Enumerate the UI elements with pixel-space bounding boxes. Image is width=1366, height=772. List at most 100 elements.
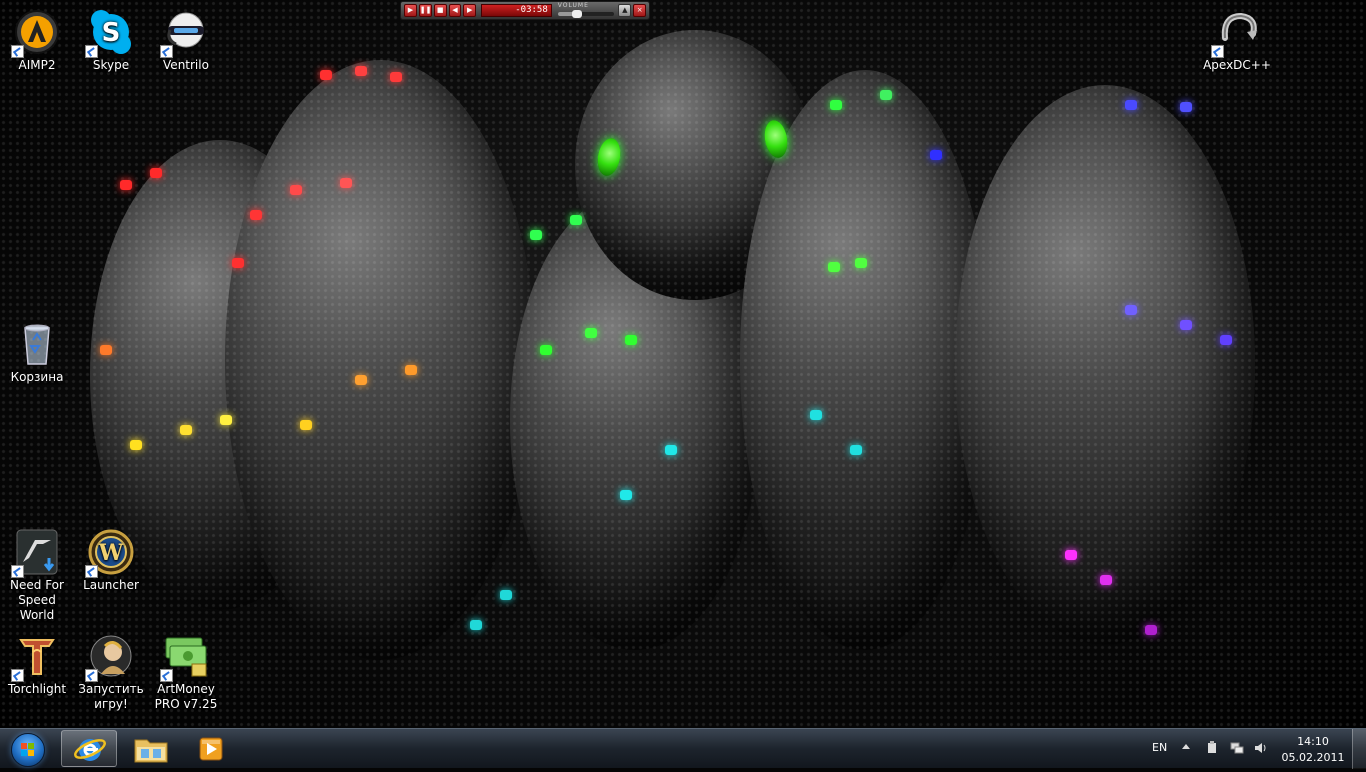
scale-texture xyxy=(0,0,1366,728)
desktop-icon-ventrilo[interactable]: Ventrilo xyxy=(149,8,223,73)
snake-spot xyxy=(585,328,597,338)
taskbar-internet-explorer[interactable] xyxy=(61,730,117,767)
desktop-icon-skype[interactable]: S Skype xyxy=(74,8,148,73)
snake-spot xyxy=(855,258,867,268)
snake-spot xyxy=(830,100,842,110)
language-indicator[interactable]: EN xyxy=(1152,741,1167,754)
snake-spot xyxy=(1180,320,1192,330)
windows-logo-icon xyxy=(21,743,35,757)
shortcut-arrow-icon xyxy=(11,669,24,682)
start-button[interactable] xyxy=(4,730,50,768)
snake-spot xyxy=(180,425,192,435)
snake-spot xyxy=(1125,305,1137,315)
snake-spot xyxy=(570,215,582,225)
prev-icon[interactable]: ◀ xyxy=(448,4,462,17)
snake-spot xyxy=(250,210,262,220)
snake-spot xyxy=(620,490,632,500)
icon-label: AIMP2 xyxy=(18,58,56,72)
desktop-icon-wow-launcher[interactable]: W Launcher xyxy=(74,528,148,593)
taskbar-windows-explorer[interactable] xyxy=(123,730,179,767)
ventrilo-icon xyxy=(160,8,210,58)
snake-spot xyxy=(625,335,637,345)
safely-remove-hardware-icon[interactable] xyxy=(1205,741,1219,755)
shortcut-arrow-icon xyxy=(85,45,98,58)
media-player-icon xyxy=(199,737,223,761)
snake-spot xyxy=(340,178,352,188)
show-hidden-icons-icon[interactable] xyxy=(1182,744,1190,749)
taskbar-media-player[interactable] xyxy=(183,730,239,767)
clock-time: 14:10 xyxy=(1297,735,1329,748)
icon-label: Skype xyxy=(92,58,130,72)
snake-spot xyxy=(1180,102,1192,112)
windows-orb-icon xyxy=(11,733,45,767)
snake-spot xyxy=(828,262,840,272)
icon-label: ApexDC++ xyxy=(1203,58,1271,72)
svg-text:W: W xyxy=(98,540,124,566)
desktop-icon-torchlight[interactable]: Torchlight xyxy=(0,632,74,697)
game-launcher-icon xyxy=(85,632,135,682)
icon-label: Launcher xyxy=(83,578,139,592)
desktop-icon-aimp2[interactable]: AIMP2 xyxy=(0,8,74,73)
icon-label: Запустить игру! xyxy=(78,682,144,711)
volume-icon[interactable] xyxy=(1254,741,1268,755)
snake-spot xyxy=(220,415,232,425)
volume-knob[interactable] xyxy=(572,10,583,18)
recycle-bin-icon xyxy=(13,320,61,368)
snake-spot xyxy=(1220,335,1232,345)
shortcut-arrow-icon xyxy=(85,565,98,578)
desktop-icon-run-game[interactable]: Запустить игру! xyxy=(74,632,148,712)
snake-spot xyxy=(530,230,542,240)
desktop-icon-nfs-world[interactable]: Need For Speed World xyxy=(0,528,74,623)
icon-label: ArtMoney PRO v7.25 xyxy=(154,682,218,711)
next-icon[interactable]: ▶ xyxy=(463,4,477,17)
torchlight-icon xyxy=(11,632,61,682)
desktop-icon-apexdc[interactable]: ApexDC++ xyxy=(1200,8,1274,73)
stop-icon[interactable]: ■ xyxy=(433,4,447,17)
snake-spot xyxy=(300,420,312,430)
network-icon[interactable] xyxy=(1230,741,1244,755)
shortcut-arrow-icon xyxy=(160,669,173,682)
skype-icon: S xyxy=(85,8,135,58)
icon-label: Ventrilo xyxy=(163,58,209,72)
internet-explorer-icon xyxy=(74,739,106,761)
snake-spot xyxy=(100,345,112,355)
snake-spot xyxy=(390,72,402,82)
snake-spot xyxy=(500,590,512,600)
snake-spot xyxy=(930,150,942,160)
apexdc-icon xyxy=(1211,8,1261,58)
snake-spot xyxy=(355,66,367,76)
icon-label: Корзина xyxy=(10,370,64,384)
eject-icon[interactable]: ▲ xyxy=(618,4,632,17)
snake-spot xyxy=(850,445,862,455)
aimp-icon xyxy=(11,8,61,58)
show-desktop-button[interactable] xyxy=(1352,729,1366,769)
snake-spot xyxy=(665,445,677,455)
snake-spot xyxy=(880,90,892,100)
player-time: -03:58 xyxy=(481,4,552,17)
snake-spot xyxy=(130,440,142,450)
snake-spot xyxy=(1100,575,1112,585)
snake-spot xyxy=(540,345,552,355)
snake-spot xyxy=(1065,550,1077,560)
desktop-icon-artmoney[interactable]: ArtMoney PRO v7.25 xyxy=(149,632,223,712)
snake-spot xyxy=(290,185,302,195)
snake-spot xyxy=(1125,100,1137,110)
desktop-icon-recycle-bin[interactable]: Корзина xyxy=(0,320,74,385)
volume-slider[interactable]: VOLUME xyxy=(556,2,617,18)
snake-spot xyxy=(810,410,822,420)
snake-spot xyxy=(405,365,417,375)
play-icon[interactable]: ▶ xyxy=(404,4,417,17)
close-icon[interactable]: × xyxy=(633,4,647,17)
desktop-wallpaper xyxy=(0,0,1366,728)
snake-spot xyxy=(120,180,132,190)
aimp-mini-player[interactable]: ▶ ❚❚ ■ ◀ ▶ -03:58 VOLUME ▲ × xyxy=(400,1,650,20)
system-clock[interactable]: 14:10 05.02.2011 xyxy=(1280,734,1346,766)
pause-icon[interactable]: ❚❚ xyxy=(418,4,432,17)
nfs-world-icon xyxy=(11,528,61,578)
artmoney-icon xyxy=(160,632,210,682)
icon-label: Need For Speed World xyxy=(10,578,64,622)
world-of-warcraft-icon: W xyxy=(85,528,135,578)
taskbar: EN 14:10 05.02.2011 xyxy=(0,728,1366,769)
volume-label: VOLUME xyxy=(557,2,589,9)
clock-date: 05.02.2011 xyxy=(1281,751,1345,764)
